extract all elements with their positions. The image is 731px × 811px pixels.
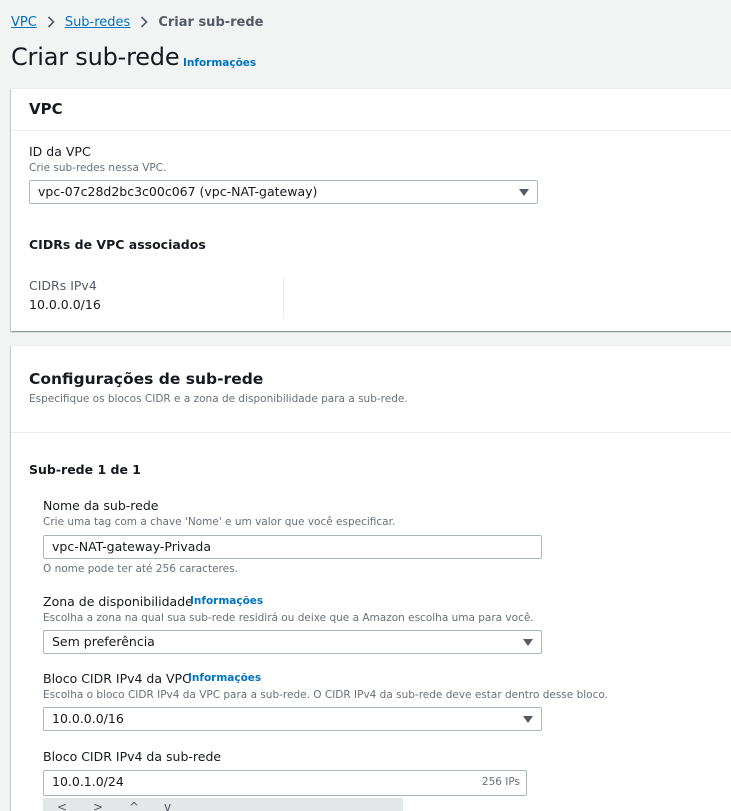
- availability-zone-info-link[interactable]: Informações: [190, 595, 263, 607]
- caret-down-icon: [519, 189, 529, 196]
- chevron-right-icon: [140, 16, 148, 28]
- vpc-cidr-block-select-value: 10.0.0.0/16: [52, 711, 124, 726]
- breadcrumb-current: Criar sub-rede: [158, 14, 264, 30]
- page-title: Criar sub-rede: [11, 43, 180, 71]
- availability-zone-description: Escolha a zona na qual sua sub-rede resi…: [43, 612, 534, 624]
- page-info-link[interactable]: Informações: [183, 57, 256, 69]
- column-divider: [283, 277, 284, 317]
- availability-zone-select-value: Sem preferência: [52, 634, 155, 649]
- caret-down-icon: [523, 716, 533, 723]
- vpc-id-select[interactable]: vpc-07c28d2bc3c00c067 (vpc-NAT-gateway): [29, 180, 538, 204]
- chevron-down-icon[interactable]: v: [164, 800, 171, 811]
- breadcrumb-subnets-link[interactable]: Sub-redes: [65, 15, 131, 30]
- subnet-cidr-block-label: Bloco CIDR IPv4 da sub-rede: [43, 749, 222, 764]
- subnet-settings-description: Especifique os blocos CIDR e a zona de d…: [29, 393, 408, 405]
- chevron-right-icon: [47, 16, 55, 28]
- vpc-id-description: Crie sub-redes nessa VPC.: [29, 162, 167, 174]
- vpc-cidr-block-description: Escolha o bloco CIDR IPv4 da VPC para a …: [43, 689, 608, 701]
- breadcrumb: VPC Sub-redes Criar sub-rede: [11, 13, 264, 31]
- vpc-panel-title: VPC: [29, 100, 63, 118]
- ipv4-cidrs-value: 10.0.0.0/16: [29, 297, 101, 312]
- ipv4-cidrs-label: CIDRs IPv4: [29, 278, 97, 293]
- chevron-up-icon[interactable]: ^: [129, 800, 139, 811]
- subnet-settings-title: Configurações de sub-rede: [29, 370, 264, 388]
- vpc-id-label: ID da VPC: [29, 144, 91, 159]
- subnet-settings-panel: Configurações de sub-rede Especifique os…: [11, 345, 731, 811]
- subnet-settings-header: Configurações de sub-rede Especifique os…: [11, 346, 731, 433]
- vpc-cidr-block-select[interactable]: 10.0.0.0/16: [43, 707, 542, 731]
- ip-count-suffix: 256 IPs: [481, 776, 520, 788]
- chevron-right-icon[interactable]: >: [93, 800, 103, 811]
- vpc-cidr-block-label: Bloco CIDR IPv4 da VPC: [43, 671, 191, 686]
- cidr-adjust-toolbar: < > ^ v: [43, 798, 403, 811]
- vpc-cidrs-heading: CIDRs de VPC associados: [29, 237, 206, 252]
- availability-zone-label: Zona de disponibilidade: [43, 594, 193, 609]
- caret-down-icon: [523, 639, 533, 646]
- vpc-id-select-value: vpc-07c28d2bc3c00c067 (vpc-NAT-gateway): [38, 184, 318, 199]
- subnet-name-label: Nome da sub-rede: [43, 498, 159, 513]
- subnet-name-hint: O nome pode ter até 256 caracteres.: [43, 563, 238, 575]
- breadcrumb-vpc-link[interactable]: VPC: [11, 15, 37, 30]
- chevron-left-icon[interactable]: <: [57, 800, 67, 811]
- subnet-name-input-value: vpc-NAT-gateway-Privada: [52, 539, 211, 554]
- availability-zone-select[interactable]: Sem preferência: [43, 630, 542, 654]
- vpc-panel-header: VPC: [11, 89, 731, 131]
- subnet-cidr-block-input-value: 10.0.1.0/24: [52, 774, 124, 789]
- subnet-name-input[interactable]: vpc-NAT-gateway-Privada: [43, 535, 542, 559]
- subnet-counter: Sub-rede 1 de 1: [29, 462, 141, 477]
- subnet-cidr-block-input[interactable]: 10.0.1.0/24 256 IPs: [43, 770, 527, 796]
- vpc-panel: VPC ID da VPC Crie sub-redes nessa VPC. …: [11, 88, 731, 331]
- vpc-cidr-block-info-link[interactable]: Informações: [188, 672, 261, 684]
- subnet-name-description: Crie uma tag com a chave 'Nome' e um val…: [43, 516, 396, 528]
